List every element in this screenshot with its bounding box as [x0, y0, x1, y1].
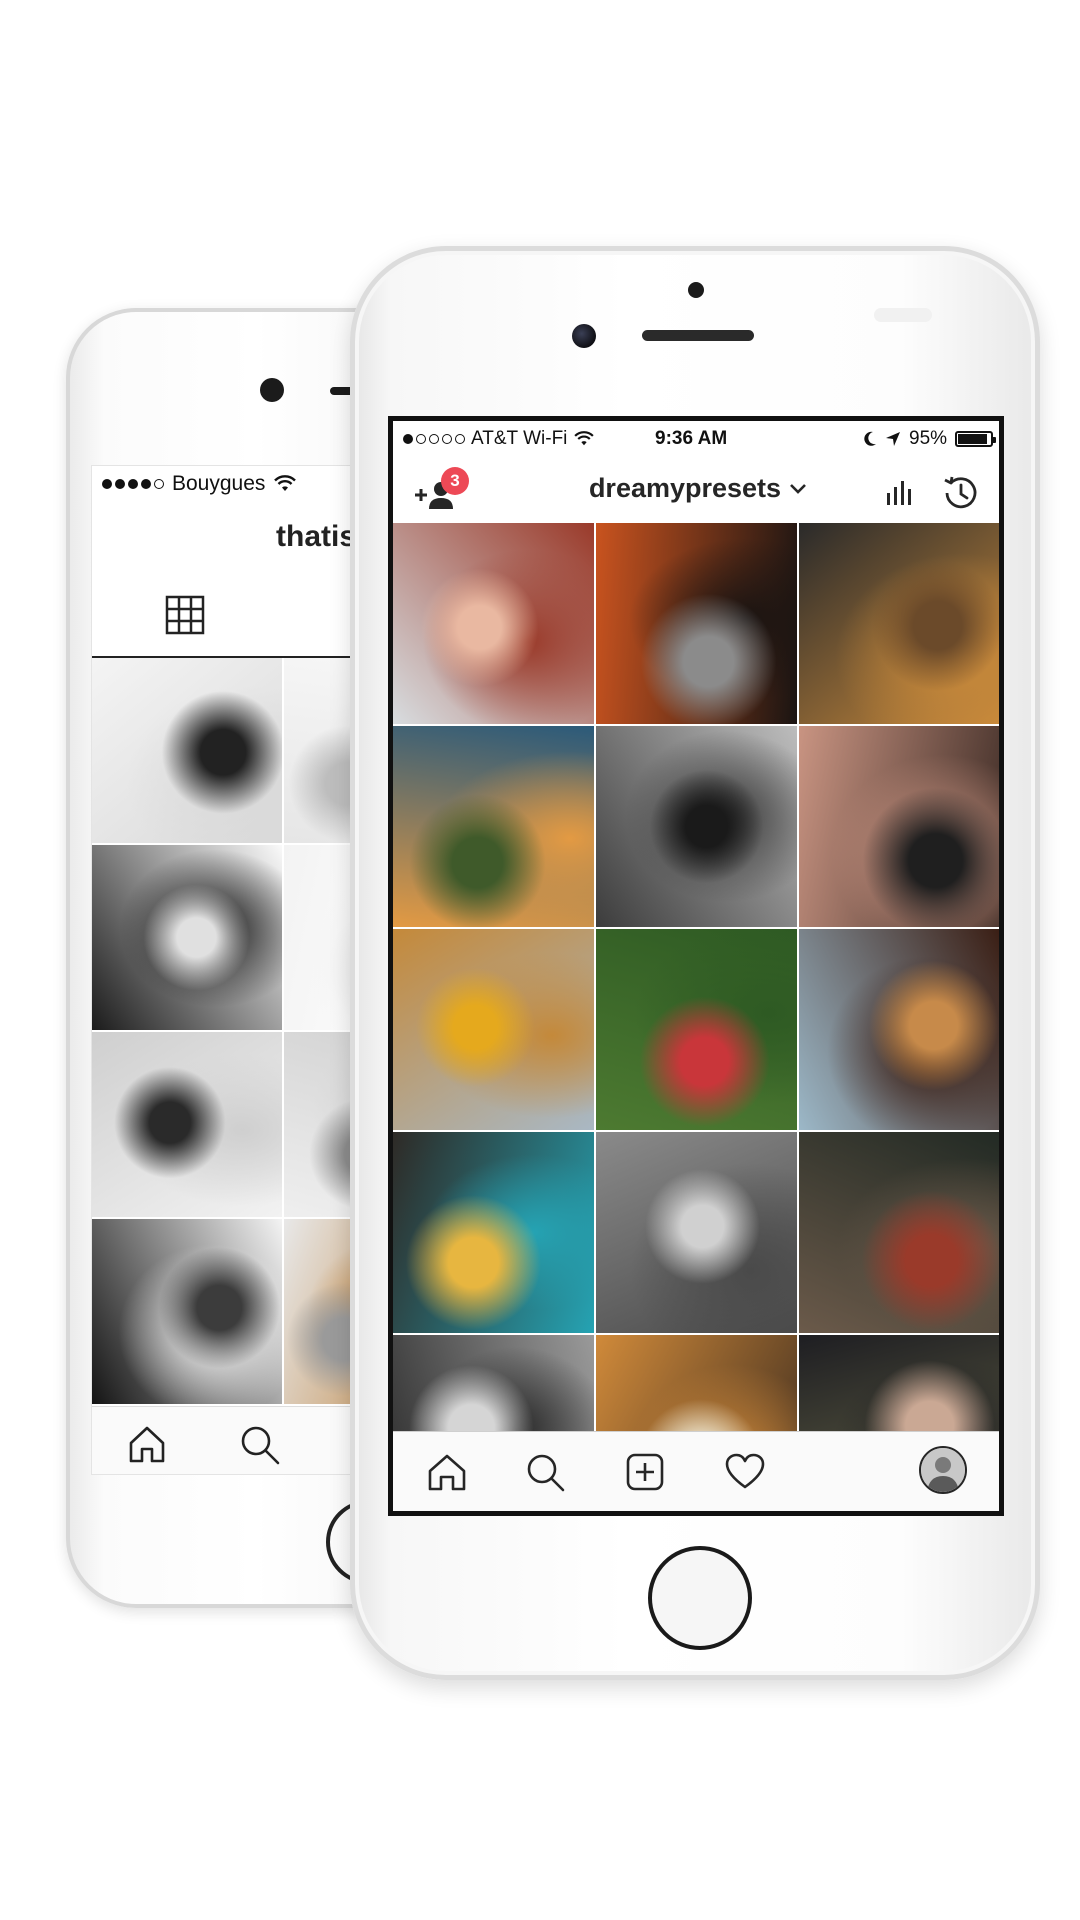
grid-photo-chocolate-cake[interactable] — [799, 929, 999, 1130]
status-time: 9:36 AM — [655, 428, 728, 449]
grid-photo-bw-lips[interactable] — [596, 726, 797, 927]
grid-photo-mountain-sunset[interactable] — [393, 726, 594, 927]
front-light-reflection — [874, 308, 932, 322]
notification-badge: 3 — [441, 467, 469, 495]
grid-photo-woman-green-wall[interactable] — [596, 929, 797, 1130]
back-profile-title: thatis — [276, 520, 357, 553]
front-phone-screen: AT&T Wi-Fi 9:36 AM 95% 3 dreamypresets — [388, 416, 1004, 1516]
history-icon[interactable] — [943, 475, 979, 511]
moon-icon — [864, 431, 876, 446]
back-phone-camera — [260, 378, 284, 402]
search-icon[interactable] — [523, 1450, 567, 1494]
grid-photo-golden-retriever[interactable] — [799, 523, 999, 724]
heart-icon[interactable] — [723, 1450, 767, 1494]
grid-photo-brownie-plate[interactable] — [393, 1132, 594, 1333]
grid-photo-bw-eye[interactable] — [596, 1132, 797, 1333]
grid-photo-couple-selfie[interactable] — [799, 726, 999, 927]
back-grid-photo-black-sneakers[interactable] — [92, 845, 282, 1030]
grid-photo-food-bowls[interactable] — [596, 1335, 797, 1431]
back-grid-photo-earphones-phone[interactable] — [92, 658, 282, 843]
photo-grid — [393, 523, 999, 1431]
account-switcher[interactable]: dreamypresets — [573, 473, 823, 504]
avatar-image — [921, 1448, 965, 1492]
grid-photo-red-hair-portrait[interactable] — [393, 523, 594, 724]
wifi-icon — [274, 475, 297, 491]
tab-bar — [393, 1431, 999, 1511]
back-grid-photo-playing-cards[interactable] — [92, 1219, 282, 1404]
chevron-down-icon — [790, 483, 806, 494]
wifi-icon — [574, 431, 595, 446]
front-speaker — [642, 330, 754, 341]
grid-photo-couple-grass[interactable] — [799, 1335, 999, 1431]
status-left: AT&T Wi-Fi — [403, 428, 595, 450]
battery-percent: 95% — [909, 428, 948, 449]
add-post-icon[interactable] — [623, 1450, 667, 1494]
signal-dots — [403, 434, 465, 444]
carrier-label: AT&T Wi-Fi — [471, 428, 568, 449]
profile-avatar[interactable] — [919, 1446, 967, 1494]
battery-icon — [955, 431, 997, 447]
grid-photo-bw-couple[interactable] — [393, 1335, 594, 1431]
bar-chart-icon[interactable] — [885, 477, 915, 507]
grid-icon[interactable] — [164, 594, 206, 636]
grid-photo-town-window[interactable] — [799, 1132, 999, 1333]
location-arrow-icon — [886, 432, 900, 446]
search-icon[interactable] — [238, 1423, 282, 1467]
front-home-button — [648, 1546, 752, 1650]
username: dreamypresets — [588, 473, 782, 503]
back-signal-dots — [102, 479, 164, 489]
profile-header: 3 dreamypresets — [393, 457, 999, 523]
grid-photo-dog-mountain[interactable] — [393, 929, 594, 1130]
back-grid-photo-white-feathers[interactable] — [92, 1032, 282, 1217]
grid-photo-chocolate-cup[interactable] — [596, 523, 797, 724]
status-right: 95% — [863, 428, 997, 450]
status-bar: AT&T Wi-Fi 9:36 AM 95% — [393, 421, 999, 457]
back-status-bar: Bouygues — [102, 466, 297, 502]
home-icon[interactable] — [126, 1423, 168, 1465]
back-carrier: Bouygues — [172, 472, 266, 495]
front-proximity-sensor — [688, 282, 704, 298]
home-icon[interactable] — [425, 1450, 469, 1494]
front-camera — [572, 324, 596, 348]
